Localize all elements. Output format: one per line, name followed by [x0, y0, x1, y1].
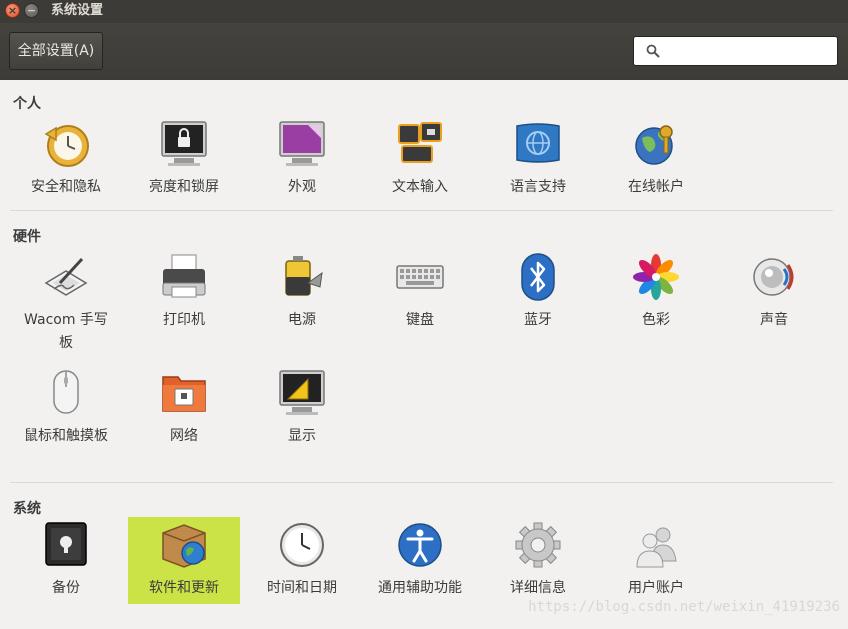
item-label: 用户账户: [628, 580, 684, 596]
item-label: 安全和隐私: [31, 179, 101, 195]
item-label: 打印机: [163, 312, 205, 328]
mouse-touchpad-icon: [53, 370, 79, 414]
close-window-button[interactable]: ×: [5, 3, 20, 18]
item-label: Wacom 手写板: [24, 312, 108, 351]
text-entry-icon: [398, 122, 442, 163]
item-language-support[interactable]: 语言支持: [482, 120, 594, 208]
search-icon: [646, 44, 660, 58]
bluetooth-icon: [521, 253, 555, 301]
item-label: 键盘: [406, 312, 434, 328]
item-label: 详细信息: [510, 580, 566, 596]
item-brightness-lock[interactable]: 亮度和锁屏: [128, 120, 240, 208]
keyboard-icon: [396, 265, 444, 289]
section-divider: [10, 210, 833, 211]
minimize-window-button[interactable]: −: [24, 3, 39, 18]
section-title-system: 系统: [13, 501, 41, 517]
wacom-tablet-icon: [44, 257, 88, 296]
online-accounts-icon: [635, 125, 673, 165]
details-icon: [515, 522, 561, 568]
brightness-lock-icon: [161, 121, 207, 166]
display-icon: [279, 370, 325, 415]
item-label: 显示: [288, 428, 316, 444]
section-title-personal: 个人: [13, 96, 41, 112]
item-color[interactable]: 色彩: [600, 253, 712, 341]
power-icon: [285, 256, 323, 296]
item-label: 文本输入: [392, 179, 448, 195]
backup-icon: [45, 522, 87, 566]
all-settings-button[interactable]: 全部设置(A): [9, 32, 103, 70]
window-title: 系统设置: [51, 3, 104, 18]
item-label: 软件和更新: [149, 580, 219, 596]
item-universal-access[interactable]: 通用辅助功能: [364, 521, 476, 609]
item-label: 鼠标和触摸板: [24, 428, 108, 444]
item-label: 色彩: [642, 312, 670, 328]
item-text-entry[interactable]: 文本输入: [364, 120, 476, 208]
item-appearance[interactable]: 外观: [246, 120, 358, 208]
item-keyboard[interactable]: 键盘: [364, 253, 476, 341]
item-user-accounts[interactable]: 用户账户: [600, 521, 712, 609]
item-power[interactable]: 电源: [246, 253, 358, 341]
time-date-icon: [280, 523, 324, 567]
section-divider: [10, 482, 833, 483]
color-icon: [633, 254, 679, 300]
item-label: 亮度和锁屏: [149, 179, 219, 195]
watermark: https://blog.csdn.net/weixin_41919236: [528, 599, 840, 615]
sound-icon: [753, 258, 794, 296]
item-label: 电源: [288, 312, 316, 328]
item-backup[interactable]: 备份: [10, 521, 122, 609]
minimize-icon: −: [26, 4, 37, 17]
item-security-privacy[interactable]: 安全和隐私: [10, 120, 122, 208]
security-privacy-icon: [44, 125, 89, 167]
close-icon: ×: [7, 4, 18, 17]
item-display[interactable]: 显示: [246, 369, 358, 457]
item-label: 通用辅助功能: [378, 580, 462, 596]
item-label: 声音: [760, 312, 788, 328]
software-updates-icon: [162, 524, 206, 568]
item-mouse-touchpad[interactable]: 鼠标和触摸板: [10, 369, 122, 457]
item-time-date[interactable]: 时间和日期: [246, 521, 358, 609]
item-network[interactable]: 网络: [128, 369, 240, 457]
search-box[interactable]: [633, 36, 838, 66]
item-details[interactable]: 详细信息: [482, 521, 594, 609]
item-software-updates[interactable]: 软件和更新: [128, 517, 240, 604]
item-online-accounts[interactable]: 在线帐户: [600, 120, 712, 208]
item-label: 备份: [52, 580, 80, 596]
item-label: 语言支持: [510, 179, 566, 195]
item-label: 时间和日期: [267, 580, 337, 596]
item-label: 外观: [288, 179, 316, 195]
toolbar: 全部设置(A): [0, 23, 848, 80]
universal-access-icon: [398, 523, 442, 567]
item-label: 网络: [170, 428, 198, 444]
window-titlebar: × − 系统设置: [0, 0, 848, 23]
item-bluetooth[interactable]: 蓝牙: [482, 253, 594, 341]
search-input[interactable]: [666, 40, 835, 64]
item-sound[interactable]: 声音: [718, 253, 830, 341]
item-wacom-tablet[interactable]: Wacom 手写板: [10, 253, 122, 351]
section-title-hardware: 硬件: [13, 229, 41, 245]
network-icon: [162, 376, 206, 412]
printer-icon: [162, 254, 206, 298]
user-accounts-icon: [636, 527, 677, 568]
appearance-icon: [279, 121, 325, 166]
language-support-icon: [516, 123, 560, 163]
item-label: 蓝牙: [524, 312, 552, 328]
item-printer[interactable]: 打印机: [128, 253, 240, 341]
item-label: 在线帐户: [628, 179, 684, 195]
